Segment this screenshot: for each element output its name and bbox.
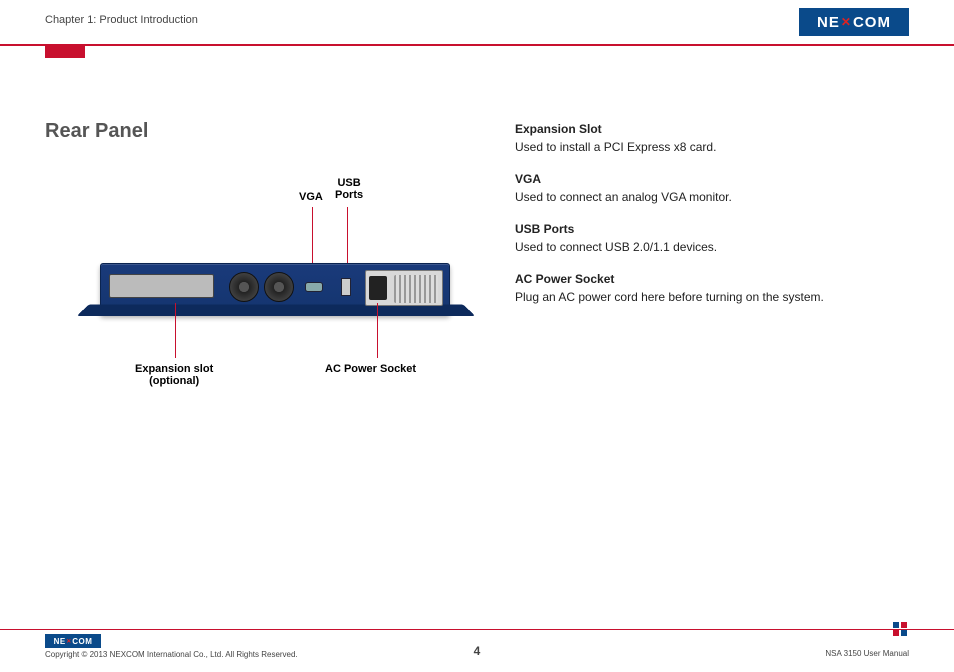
footer-ornament (893, 622, 909, 634)
header-accent-block (45, 44, 85, 58)
logo-x-icon: ✕ (66, 638, 72, 645)
page-footer: NE✕COM Copyright © 2013 NEXCOM Internati… (45, 634, 909, 658)
desc-vga: VGA Used to connect an analog VGA monito… (515, 170, 909, 206)
callout-ac: AC Power Socket (325, 363, 416, 375)
content-area: Rear Panel VGA USB Ports Expansion slot … (45, 120, 909, 423)
power-supply-part (365, 270, 443, 306)
desc-title: Expansion Slot (515, 120, 909, 138)
header-rule (0, 44, 954, 46)
description-column: Expansion Slot Used to install a PCI Exp… (515, 120, 909, 423)
desc-text: Used to connect USB 2.0/1.1 devices. (515, 238, 909, 256)
leader-line-vga (312, 207, 313, 271)
footer-rule (0, 629, 954, 631)
desc-text: Used to connect an analog VGA monitor. (515, 188, 909, 206)
desc-title: VGA (515, 170, 909, 188)
section-title: Rear Panel (45, 120, 465, 143)
callout-usb: USB Ports (335, 177, 363, 201)
desc-usb: USB Ports Used to connect USB 2.0/1.1 de… (515, 220, 909, 256)
fan-icon (264, 272, 294, 302)
page-number: 4 (474, 644, 481, 658)
chapter-label: Chapter 1: Product Introduction (45, 14, 909, 26)
fan-icon (229, 272, 259, 302)
square-icon (893, 622, 899, 628)
usb-port-part (341, 278, 351, 296)
logo-text-pre: NE (54, 637, 66, 646)
brand-logo: NE✕COM (799, 8, 909, 36)
logo-text-pre: NE (817, 14, 840, 31)
desc-text: Plug an AC power cord here before turnin… (515, 288, 909, 306)
logo-text-post: COM (72, 637, 92, 646)
desc-title: AC Power Socket (515, 270, 909, 288)
vga-port-part (305, 282, 323, 292)
logo-text-post: COM (853, 14, 891, 31)
expansion-slot-part (109, 274, 214, 298)
callout-expansion: Expansion slot (optional) (135, 363, 213, 387)
desc-ac-power: AC Power Socket Plug an AC power cord he… (515, 270, 909, 306)
desc-text: Used to install a PCI Express x8 card. (515, 138, 909, 156)
leader-line-usb (347, 207, 348, 271)
leader-line-expansion (175, 303, 176, 358)
desc-title: USB Ports (515, 220, 909, 238)
diagram-column: Rear Panel VGA USB Ports Expansion slot … (45, 120, 465, 423)
callout-vga: VGA (299, 191, 323, 203)
page-header: Chapter 1: Product Introduction NE✕COM (0, 0, 954, 46)
footer-brand-logo: NE✕COM (45, 634, 101, 648)
device-illustration (100, 263, 450, 315)
rear-panel-diagram: VGA USB Ports Expansion slot (optional) … (45, 163, 465, 423)
desc-expansion-slot: Expansion Slot Used to install a PCI Exp… (515, 120, 909, 156)
document-reference: NSA 3150 User Manual (825, 649, 909, 658)
leader-line-ac (377, 303, 378, 358)
square-icon (901, 622, 907, 628)
logo-x-icon: ✕ (841, 15, 852, 29)
